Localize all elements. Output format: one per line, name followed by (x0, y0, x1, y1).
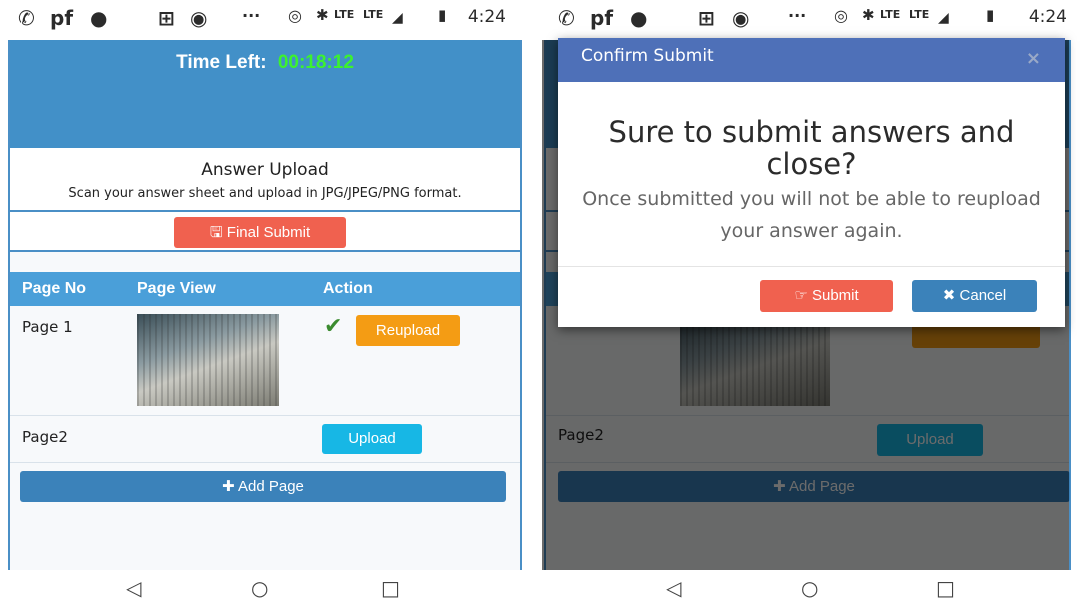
x-icon: ✖ (942, 287, 960, 304)
upload-instructions: Scan your answer sheet and upload in JPG… (68, 186, 462, 201)
phone-icon: ● (90, 6, 108, 30)
recents-icon[interactable]: □ (381, 576, 400, 600)
reupload-button[interactable]: Reupload (356, 315, 460, 346)
confirm-submit-dialog: Confirm Submit × Sure to submit answers … (558, 38, 1065, 327)
more-icon: ··· (788, 6, 807, 25)
status-bar: ✆ pf ● ⊞ ◉ ··· ◎ ✱ LTE LTE ◢ ▮ 4:24 (542, 0, 1081, 40)
lte-label: LTE (880, 8, 901, 21)
check-icon: ✔ (324, 314, 343, 339)
lte-label-2: LTE (363, 8, 384, 21)
page-label: Page2 (22, 428, 68, 446)
android-nav-bar: ◁ ○ □ (0, 570, 528, 601)
add-page-row: ✚ Add Page (10, 463, 520, 503)
hotspot-icon: ◎ (834, 6, 848, 25)
clock: 4:24 (1028, 7, 1067, 27)
app-icon: ⊞ (158, 6, 175, 30)
hand-point-icon: ☞ (794, 287, 812, 304)
home-icon[interactable]: ○ (251, 576, 268, 600)
page-thumbnail[interactable] (137, 314, 279, 406)
battery-icon: ▮ (438, 6, 447, 24)
lte-label-2: LTE (909, 8, 930, 21)
close-icon[interactable]: × (1026, 48, 1041, 69)
back-icon[interactable]: ◁ (126, 576, 141, 600)
dialog-footer: ☞ Submit ✖ Cancel (558, 267, 1065, 327)
col-page-view: Page View (137, 280, 216, 297)
submit-button[interactable]: ☞ Submit (760, 280, 893, 312)
android-nav-bar: ◁ ○ □ (542, 570, 1081, 601)
spacer (10, 252, 520, 272)
circle-icon: ◉ (190, 6, 208, 30)
signal-icon: ◢ (938, 10, 949, 26)
confirm-info: Once submitted you will not be able to r… (582, 188, 1041, 242)
more-icon: ··· (242, 6, 261, 25)
clock: 4:24 (467, 7, 506, 27)
status-bar: ✆ pf ● ⊞ ◉ ··· ◎ ✱ LTE LTE ◢ ▮ 4:24 (0, 0, 528, 40)
dialog-body: Sure to submit answers and close? Once s… (558, 82, 1065, 267)
lte-label: LTE (334, 8, 355, 21)
signal-icon: ◢ (392, 10, 403, 26)
upload-button[interactable]: Upload (322, 424, 422, 454)
cancel-button[interactable]: ✖ Cancel (912, 280, 1037, 312)
hotspot-icon: ◎ (288, 6, 302, 25)
recents-icon[interactable]: □ (936, 576, 955, 600)
table-row: Page2 Upload (10, 416, 520, 463)
back-icon[interactable]: ◁ (666, 576, 681, 600)
time-left: Time Left: 00:18:12 (10, 52, 520, 74)
app-icon: ⊞ (698, 6, 715, 30)
dialog-title: Confirm Submit (581, 46, 714, 66)
countdown-timer: 00:18:12 (277, 52, 354, 73)
screenshot-left: ✆ pf ● ⊞ ◉ ··· ◎ ✱ LTE LTE ◢ ▮ 4:24 Time… (0, 0, 528, 601)
exam-app: Time Left: 00:18:12 Answer Upload Scan y… (8, 40, 522, 570)
battery-icon: ▮ (986, 6, 995, 24)
exam-header: Time Left: 00:18:12 (10, 40, 520, 148)
upload-heading: Answer Upload (201, 160, 329, 180)
col-action: Action (323, 280, 373, 297)
upload-section: Answer Upload Scan your answer sheet and… (10, 148, 520, 212)
bluetooth-icon: ✱ (862, 6, 875, 24)
final-submit-button[interactable]: 🖫 Final Submit (174, 217, 346, 248)
circle-icon: ◉ (732, 6, 750, 30)
confirm-question: Sure to submit answers and close? (608, 115, 1015, 181)
carrier-label: pf (590, 6, 614, 30)
add-page-button[interactable]: ✚ Add Page (20, 471, 506, 502)
save-icon: 🖫 (209, 224, 227, 241)
whatsapp-icon: ✆ (558, 6, 575, 30)
screenshot-right: ✆ pf ● ⊞ ◉ ··· ◎ ✱ LTE LTE ◢ ▮ 4:24 Page… (542, 0, 1081, 601)
page-label: Page 1 (22, 318, 73, 336)
table-header: Page No Page View Action (10, 272, 520, 306)
home-icon[interactable]: ○ (801, 576, 818, 600)
plus-icon: ✚ (222, 478, 239, 495)
carrier-label: pf (50, 6, 74, 30)
bluetooth-icon: ✱ (316, 6, 329, 24)
final-submit-row: 🖫 Final Submit (10, 212, 520, 252)
time-left-label: Time Left: (176, 52, 267, 73)
col-page-no: Page No (22, 280, 87, 297)
whatsapp-icon: ✆ (18, 6, 35, 30)
dialog-header: Confirm Submit × (558, 38, 1065, 82)
phone-icon: ● (630, 6, 648, 30)
table-row: Page 1 ✔ Reupload (10, 306, 520, 416)
